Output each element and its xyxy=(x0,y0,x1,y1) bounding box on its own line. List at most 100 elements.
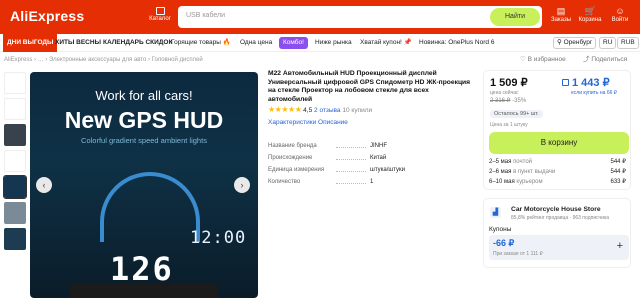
breadcrumb-category[interactable]: Электронные аксессуары для авто xyxy=(49,57,146,63)
delivery-option[interactable]: 6–10 мая курьером 633 ₽ xyxy=(489,178,629,187)
nav-item-one-price[interactable]: Одна цена xyxy=(240,34,272,52)
gallery-next-button[interactable]: › xyxy=(234,177,250,193)
add-to-cart-button[interactable]: В корзину xyxy=(489,132,629,154)
cart-button[interactable]: 🛒 Корзина xyxy=(577,5,603,29)
nav-item-hot-deals[interactable]: Горящие товары 🔥 xyxy=(171,34,231,52)
thumbnail-selected[interactable] xyxy=(3,175,27,199)
delivery-method: в пункт выдачи xyxy=(513,169,556,175)
currency-selector[interactable]: RUB xyxy=(617,37,639,49)
top-header: AliExpress Каталог USB кабели Найти ▤ За… xyxy=(0,0,640,34)
breadcrumb-separator: › xyxy=(34,57,37,63)
nav-item-combo[interactable]: Комбо! xyxy=(279,37,308,49)
tab-specs[interactable]: Характеристики xyxy=(268,119,316,126)
login-button[interactable]: ☺ Войти xyxy=(607,5,633,29)
product-main-image[interactable]: Work for all cars! New GPS HUD Colorful … xyxy=(30,72,258,298)
hero-caption-line2: New GPS HUD xyxy=(64,107,224,133)
category-nav: ДНИ ВЫГОДЫ ХИТЫ ВЕСНЫ КАЛЕНДАРЬ СКИДОК Г… xyxy=(0,34,640,52)
delivery-option[interactable]: 2–6 мая в пункт выдачи 544 ₽ xyxy=(489,168,629,177)
share-label: Поделиться xyxy=(591,56,628,63)
breadcrumb-separator: › xyxy=(45,57,48,63)
aliexpress-logo[interactable]: AliExpress xyxy=(10,8,84,24)
rating-row: ★★★★★ 4,5 2 отзыва 10 купили xyxy=(268,105,372,115)
catalog-icon xyxy=(155,7,165,15)
chevron-left-icon: ‹ xyxy=(42,180,46,190)
hero-caption-line1: Work for all cars! xyxy=(95,88,193,103)
nav-item-spring-hits[interactable]: ХИТЫ ВЕСНЫ xyxy=(55,34,101,52)
hud-device-body xyxy=(70,284,218,298)
breadcrumb-ellipsis[interactable]: … xyxy=(38,57,44,63)
share-button[interactable]: ⤴ Поделиться xyxy=(583,55,627,65)
thumbnail[interactable] xyxy=(4,150,26,172)
catalog-label: Каталог xyxy=(149,16,171,22)
catalog-button[interactable]: Каталог xyxy=(146,5,174,29)
current-price: 1 509 ₽ xyxy=(490,77,528,89)
search-bar[interactable]: USB кабели Найти xyxy=(178,6,542,28)
cart-label: Корзина xyxy=(578,17,602,23)
delivery-method: почтой xyxy=(513,159,533,165)
reviews-link[interactable]: 2 отзыва xyxy=(314,107,341,114)
tab-description[interactable]: Описание xyxy=(318,119,348,126)
property-value: Китай xyxy=(370,155,387,161)
card-price-note: если купить на 66 ₽ xyxy=(571,90,617,96)
delivery-date: 6–10 мая xyxy=(489,179,515,185)
coupon-card[interactable]: -66 ₽ При заказе от 1 111 ₽ + xyxy=(489,235,629,260)
breadcrumb-separator: › xyxy=(148,57,150,63)
hero-caption-line3: Colorful gradient speed ambient lights xyxy=(81,136,207,145)
thumbnail[interactable] xyxy=(4,202,26,224)
delivery-price: 544 ₽ xyxy=(610,169,627,175)
breadcrumb-subcategory[interactable]: Головной дисплей xyxy=(152,57,203,63)
bought-count: 10 купили xyxy=(342,107,373,114)
rating-value: 4,5 xyxy=(303,107,313,114)
unit-price-note: Цена за 1 штуку xyxy=(490,122,528,128)
property-value: JINHF xyxy=(370,143,387,149)
login-label: Войти xyxy=(611,17,629,23)
property-row: Название бренда JINHF xyxy=(268,140,398,152)
delivery-method: курьером xyxy=(516,179,543,185)
card-price-checkbox[interactable] xyxy=(562,79,569,86)
thumbnail[interactable] xyxy=(4,72,26,94)
delivery-option[interactable]: 2–5 мая почтой 544 ₽ xyxy=(489,158,629,167)
orders-label: Заказы xyxy=(550,17,572,23)
property-key: Происхождение xyxy=(268,155,313,161)
gallery-prev-button[interactable]: ‹ xyxy=(36,177,52,193)
nav-item-oneplus[interactable]: Новинка: OnePlus Nord 6 xyxy=(419,34,494,52)
nav-item-grab-coupon[interactable]: Хватай купон! 📌 xyxy=(360,34,412,52)
heart-icon: ♡ xyxy=(520,56,528,63)
discount-badge: -35% xyxy=(512,98,527,104)
property-value: 1 xyxy=(370,179,374,185)
search-button[interactable]: Найти xyxy=(490,8,540,26)
store-icon: ▟ xyxy=(490,207,501,218)
delivery-date: 2–5 мая xyxy=(489,159,512,165)
property-row: Единица измерения штука/штуки xyxy=(268,164,405,176)
product-tabs: Характеристики Описание xyxy=(268,118,348,127)
search-input[interactable]: USB кабели xyxy=(186,12,225,19)
language-selector[interactable]: RU xyxy=(599,37,617,49)
old-price-row: 2 316 ₽ -35% xyxy=(490,97,526,104)
breadcrumb-home[interactable]: AliExpress xyxy=(4,57,32,63)
card-price: 1 443 ₽ xyxy=(572,77,610,89)
property-key: Единица измерения xyxy=(268,167,325,173)
coupons-label: Купоны xyxy=(489,226,512,233)
cart-icon: 🛒 xyxy=(584,6,596,16)
property-row: Количество 1 xyxy=(268,176,398,188)
nav-item-discount-calendar[interactable]: КАЛЕНДАРЬ СКИДОК xyxy=(103,34,172,52)
thumbnail[interactable] xyxy=(4,98,26,120)
old-price: 2 316 ₽ xyxy=(490,98,511,104)
orders-button[interactable]: ▤ Заказы xyxy=(548,5,574,29)
location-selector[interactable]: ⚲ Оренбург xyxy=(553,37,597,49)
store-name[interactable]: Car Motorcycle House Store xyxy=(511,206,601,213)
favorites-label: В избранное xyxy=(527,56,566,63)
property-key: Количество xyxy=(268,179,301,185)
smile-icon: ☺ xyxy=(615,6,625,16)
rating-stars-icon: ★★★★★ xyxy=(268,105,302,114)
nav-item-below-market[interactable]: Ниже рынка xyxy=(315,34,352,52)
coupon-value: -66 ₽ xyxy=(493,238,515,248)
thumbnail[interactable] xyxy=(4,228,26,250)
nav-item-sale-days[interactable]: ДНИ ВЫГОДЫ xyxy=(3,34,58,52)
thumbnail[interactable] xyxy=(4,124,26,146)
stock-badge: Осталось 99+ шт. xyxy=(490,110,543,118)
coupon-note: При заказе от 1 111 ₽ xyxy=(493,251,543,257)
speed-gauge-arc xyxy=(100,172,200,242)
plus-icon[interactable]: + xyxy=(617,240,623,252)
favorites-button[interactable]: ♡ В избранное xyxy=(520,55,566,65)
